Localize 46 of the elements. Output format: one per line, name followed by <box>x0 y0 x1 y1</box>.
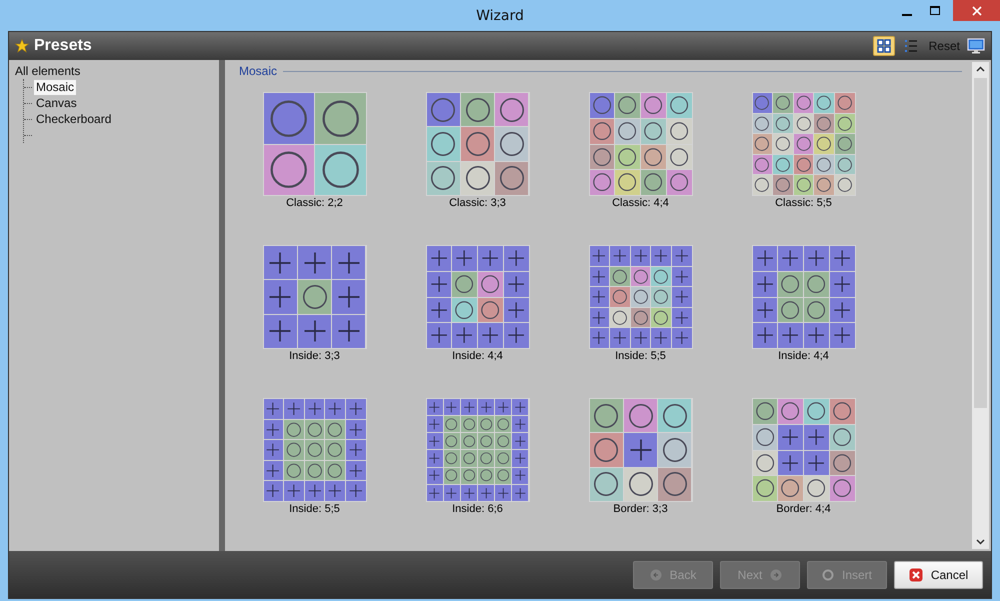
minimize-icon <box>902 14 912 16</box>
tree-item[interactable]: Mosaic <box>34 80 76 94</box>
cancel-button[interactable]: Cancel <box>894 560 983 588</box>
mosaic-thumbnail[interactable] <box>588 92 692 196</box>
tree-item[interactable]: Canvas <box>34 96 79 110</box>
mosaic-thumbnail[interactable] <box>752 245 856 349</box>
mosaic-thumbnail[interactable] <box>588 245 692 349</box>
grid-icon <box>876 39 891 53</box>
preset-label: Classic: 5;5 <box>775 197 832 209</box>
header-title: Presets <box>34 37 92 55</box>
preset-label: Classic: 3;3 <box>449 197 506 209</box>
grid-view-button[interactable] <box>872 36 895 56</box>
preset-label: Border: 3;3 <box>613 503 668 515</box>
preset-label: Inside: 6;6 <box>452 503 503 515</box>
preset-label: Inside: 5;5 <box>289 503 340 515</box>
section-title: Mosaic <box>239 64 278 78</box>
scroll-up-icon[interactable] <box>976 66 985 72</box>
close-button[interactable] <box>953 0 1000 21</box>
mosaic-thumbnail[interactable] <box>588 398 692 502</box>
preset-label: Inside: 3;3 <box>289 350 340 362</box>
maximize-icon <box>930 6 940 16</box>
star-icon <box>15 39 29 53</box>
ring-icon <box>822 568 834 580</box>
mosaic-thumbnail[interactable] <box>752 92 856 196</box>
mosaic-thumbnail[interactable] <box>426 245 530 349</box>
preset-label: Inside: 4;4 <box>778 350 829 362</box>
preset-label: Classic: 2;2 <box>286 197 343 209</box>
scroll-down-icon[interactable] <box>976 539 985 545</box>
mosaic-thumbnail[interactable] <box>262 92 366 196</box>
tree-item[interactable]: Checkerboard <box>34 112 114 126</box>
mosaic-thumbnail[interactable] <box>262 245 366 349</box>
window-title: Wizard <box>476 8 524 24</box>
monitor-icon[interactable] <box>967 38 985 54</box>
mosaic-thumbnail[interactable] <box>262 398 366 502</box>
vertical-scrollbar[interactable] <box>972 62 989 549</box>
preset-label: Inside: 4;4 <box>452 350 503 362</box>
mosaic-thumbnail[interactable] <box>426 92 530 196</box>
cancel-icon <box>908 568 923 582</box>
preset-label: Inside: 5;5 <box>615 350 666 362</box>
mosaic-thumbnail[interactable] <box>752 398 856 502</box>
mosaic-thumbnail[interactable] <box>426 398 530 502</box>
tree-item[interactable]: All elements <box>15 64 213 79</box>
close-icon <box>972 6 982 16</box>
preset-label: Border: 4;4 <box>776 503 831 515</box>
list-icon <box>904 39 918 53</box>
preset-label: Classic: 4;4 <box>612 197 669 209</box>
